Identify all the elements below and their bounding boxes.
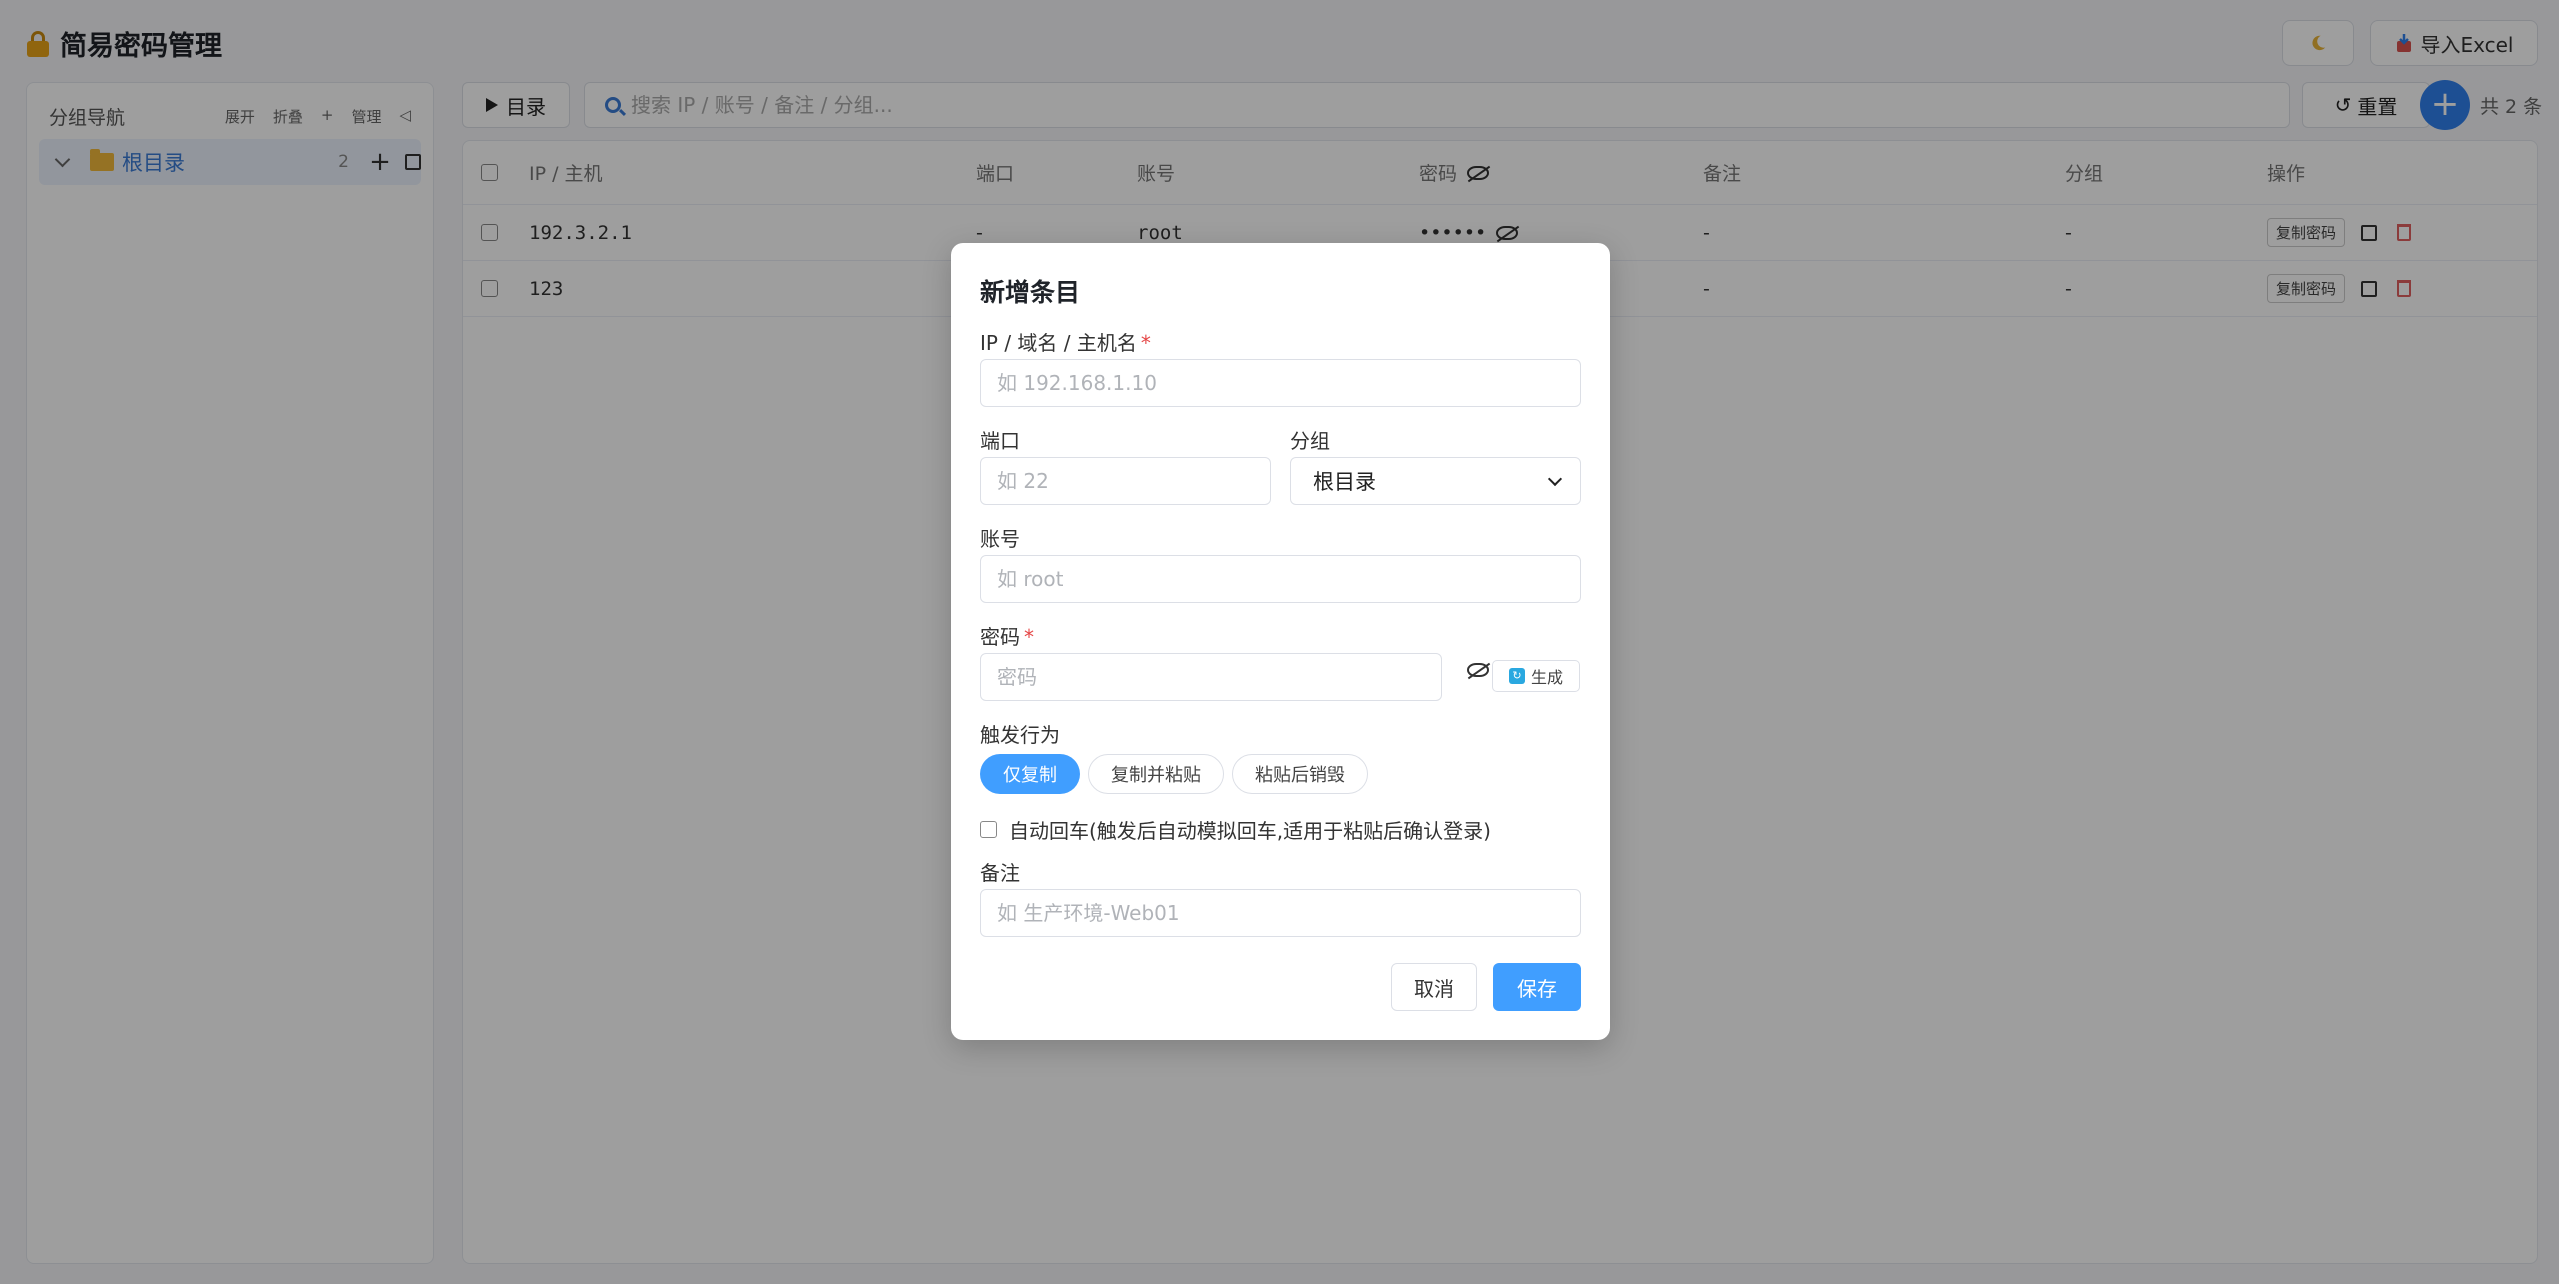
trigger-field-label: 触发行为 — [980, 723, 1060, 747]
account-input[interactable] — [980, 555, 1581, 603]
dialog-title: 新增条目 — [980, 278, 1081, 307]
ip-field-label: IP / 域名 / 主机名 * — [980, 327, 1151, 356]
auto-enter-option[interactable]: 自动回车(触发后自动模拟回车,适用于粘贴后确认登录) — [980, 815, 1491, 844]
trigger-option-copy-only[interactable]: 仅复制 — [980, 754, 1080, 794]
note-field-label: 备注 — [980, 861, 1020, 885]
port-input[interactable] — [980, 457, 1271, 505]
generate-label: 生成 — [1530, 668, 1563, 687]
eye-off-icon[interactable] — [1467, 663, 1489, 677]
required-mark: * — [1024, 625, 1034, 649]
chevron-down-icon — [1547, 471, 1563, 486]
add-entry-dialog: 新增条目 IP / 域名 / 主机名* 端口 分组 根目录 账号 密码* ↻ 生… — [951, 243, 1610, 1040]
auto-enter-checkbox[interactable] — [980, 821, 997, 838]
trigger-option-paste-destroy[interactable]: 粘贴后销毁 — [1232, 754, 1368, 794]
required-mark: * — [1140, 331, 1151, 355]
generate-password-button[interactable]: ↻ 生成 — [1492, 660, 1580, 692]
ip-input[interactable] — [980, 359, 1581, 407]
refresh-icon: ↻ — [1508, 668, 1525, 684]
group-field-label: 分组 — [1290, 429, 1330, 453]
cancel-button[interactable]: 取消 — [1391, 963, 1477, 1011]
password-field-label: 密码 * — [980, 621, 1034, 650]
save-button[interactable]: 保存 — [1493, 963, 1581, 1011]
ip-label-text: IP / 域名 / 主机名 — [980, 331, 1137, 355]
password-label-text: 密码 — [980, 625, 1020, 649]
trigger-option-copy-paste[interactable]: 复制并粘贴 — [1088, 754, 1224, 794]
group-select-value: 根目录 — [1313, 470, 1376, 494]
note-input[interactable] — [980, 889, 1581, 937]
auto-enter-label: 自动回车(触发后自动模拟回车,适用于粘贴后确认登录) — [1009, 819, 1491, 843]
password-input[interactable] — [980, 653, 1442, 701]
account-field-label: 账号 — [980, 527, 1020, 551]
port-field-label: 端口 — [980, 429, 1020, 453]
group-select[interactable]: 根目录 — [1290, 457, 1581, 505]
